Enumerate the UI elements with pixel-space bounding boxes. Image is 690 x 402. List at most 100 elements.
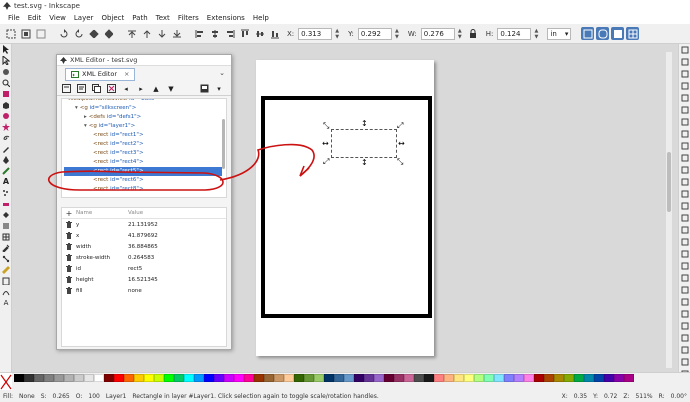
color-swatch[interactable] (484, 374, 494, 382)
xml-tree-node[interactable]: <rect id="rect6"> (93, 176, 144, 185)
add-attribute-icon[interactable]: + (62, 209, 76, 218)
save-icon[interactable] (679, 68, 690, 80)
scale-handle-w-icon[interactable]: ↔ (322, 140, 329, 148)
xml-tree-node[interactable]: ▾ <g id="silkscreen"> (75, 104, 136, 113)
xml-editor-icon[interactable] (679, 296, 690, 308)
pen-tool-icon[interactable] (0, 154, 12, 165)
connector-tool-icon[interactable] (0, 253, 12, 264)
scale-handle-nw-icon[interactable]: ⤡ (323, 122, 329, 130)
color-swatch[interactable] (44, 374, 54, 382)
color-swatch[interactable] (284, 374, 294, 382)
new-document-icon[interactable] (679, 44, 690, 56)
scale-corners-icon[interactable] (596, 27, 610, 40)
transform-gradients-icon[interactable] (611, 27, 625, 40)
eraser-tool-icon[interactable] (0, 198, 12, 209)
align-top-icon[interactable] (238, 27, 251, 40)
paste-icon[interactable] (679, 152, 690, 164)
menu-filters[interactable]: Filters (174, 14, 203, 22)
color-swatch[interactable] (444, 374, 454, 382)
xml-tree-node[interactable]: <rect id="rect1"> (93, 131, 144, 140)
clone-icon[interactable] (679, 212, 690, 224)
layout-toggle-icon[interactable] (199, 84, 209, 94)
xml-tree-node[interactable]: ▸ <defs id="defs1"> (84, 113, 141, 122)
color-swatch[interactable] (514, 374, 524, 382)
color-swatch[interactable] (54, 374, 64, 382)
align-distribute-icon[interactable] (679, 308, 690, 320)
zoom-drawing-icon[interactable] (679, 176, 690, 188)
color-swatch[interactable] (364, 374, 374, 382)
menu-path[interactable]: Path (128, 14, 151, 22)
color-swatch[interactable] (434, 374, 444, 382)
expand-down-icon[interactable]: ▾ (75, 105, 78, 111)
attribute-row[interactable]: height 16.521345 (62, 274, 226, 285)
tab-xml-editor[interactable]: XML Editor × (65, 67, 136, 81)
color-swatch[interactable] (174, 374, 184, 382)
color-swatch[interactable] (344, 374, 354, 382)
layer-indicator[interactable]: Layer1 (103, 393, 130, 400)
trash-icon[interactable] (62, 265, 76, 272)
zoom-tool-icon[interactable] (0, 77, 12, 88)
lpe-tool-icon[interactable] (0, 286, 12, 297)
open-file-icon[interactable] (679, 56, 690, 68)
trash-icon[interactable] (62, 276, 76, 283)
transform-patterns-icon[interactable] (626, 27, 640, 40)
expand-right-icon[interactable]: ▸ (84, 114, 87, 120)
trash-icon[interactable] (62, 221, 76, 228)
attribute-value[interactable]: none (128, 288, 142, 294)
ungroup-icon[interactable] (679, 248, 690, 260)
rectangle-tool-icon[interactable] (0, 88, 12, 99)
lower-to-bottom-icon[interactable] (170, 27, 183, 40)
color-swatch[interactable] (304, 374, 314, 382)
menu-edit[interactable]: Edit (24, 14, 46, 22)
paint-bucket-tool-icon[interactable] (0, 209, 12, 220)
trash-icon[interactable] (62, 254, 76, 261)
color-swatch[interactable] (524, 374, 534, 382)
color-swatch[interactable] (104, 374, 114, 382)
attribute-value[interactable]: 36.884865 (128, 244, 158, 250)
unit-select[interactable]: in ▾ (547, 27, 572, 40)
delete-node-icon[interactable] (106, 84, 116, 94)
layers-icon[interactable] (679, 284, 690, 296)
attribute-value[interactable]: 41.879692 (128, 233, 158, 239)
deselect-icon[interactable] (34, 27, 47, 40)
snap-icon[interactable] (679, 332, 690, 344)
color-swatch[interactable] (164, 374, 174, 382)
color-swatch[interactable] (84, 374, 94, 382)
color-swatch[interactable] (474, 374, 484, 382)
unlink-clone-icon[interactable] (679, 224, 690, 236)
lower-icon[interactable] (155, 27, 168, 40)
select-all-icon[interactable] (4, 27, 17, 40)
attribute-name[interactable]: stroke-width (76, 255, 128, 261)
new-text-node-icon[interactable] (76, 84, 86, 94)
color-swatch[interactable] (254, 374, 264, 382)
gradient-tool-icon[interactable] (0, 220, 12, 231)
color-swatch[interactable] (124, 374, 134, 382)
attribute-value[interactable]: 21.131952 (128, 222, 158, 228)
color-swatch[interactable] (494, 374, 504, 382)
menu-object[interactable]: Object (97, 14, 128, 22)
duplicate-icon[interactable] (679, 200, 690, 212)
attribute-name[interactable]: x (76, 233, 128, 239)
menu-text[interactable]: Text (152, 14, 174, 22)
color-swatch[interactable] (134, 374, 144, 382)
attribute-value[interactable]: 16.521345 (128, 277, 158, 283)
attribute-name[interactable]: id (76, 266, 128, 272)
raise-to-top-icon[interactable] (125, 27, 138, 40)
lock-icon[interactable] (467, 27, 480, 40)
color-swatch[interactable] (194, 374, 204, 382)
color-swatch[interactable] (144, 374, 154, 382)
zoom-page-icon[interactable] (679, 188, 690, 200)
align-middle-icon[interactable] (253, 27, 266, 40)
color-swatch[interactable] (94, 374, 104, 382)
x-spinner[interactable]: ▲ ▼ (334, 28, 340, 40)
color-swatch[interactable] (534, 374, 544, 382)
text-font-icon[interactable] (679, 272, 690, 284)
attribute-value[interactable]: 0.264583 (128, 255, 154, 261)
print-icon[interactable] (679, 80, 690, 92)
close-tab-icon[interactable]: × (124, 70, 129, 78)
text-flow-tool-icon[interactable]: A (0, 297, 12, 308)
undo-icon[interactable] (679, 116, 690, 128)
color-swatch[interactable] (264, 374, 274, 382)
duplicate-node-icon[interactable] (91, 84, 101, 94)
fill-indicator[interactable]: None (16, 393, 38, 400)
